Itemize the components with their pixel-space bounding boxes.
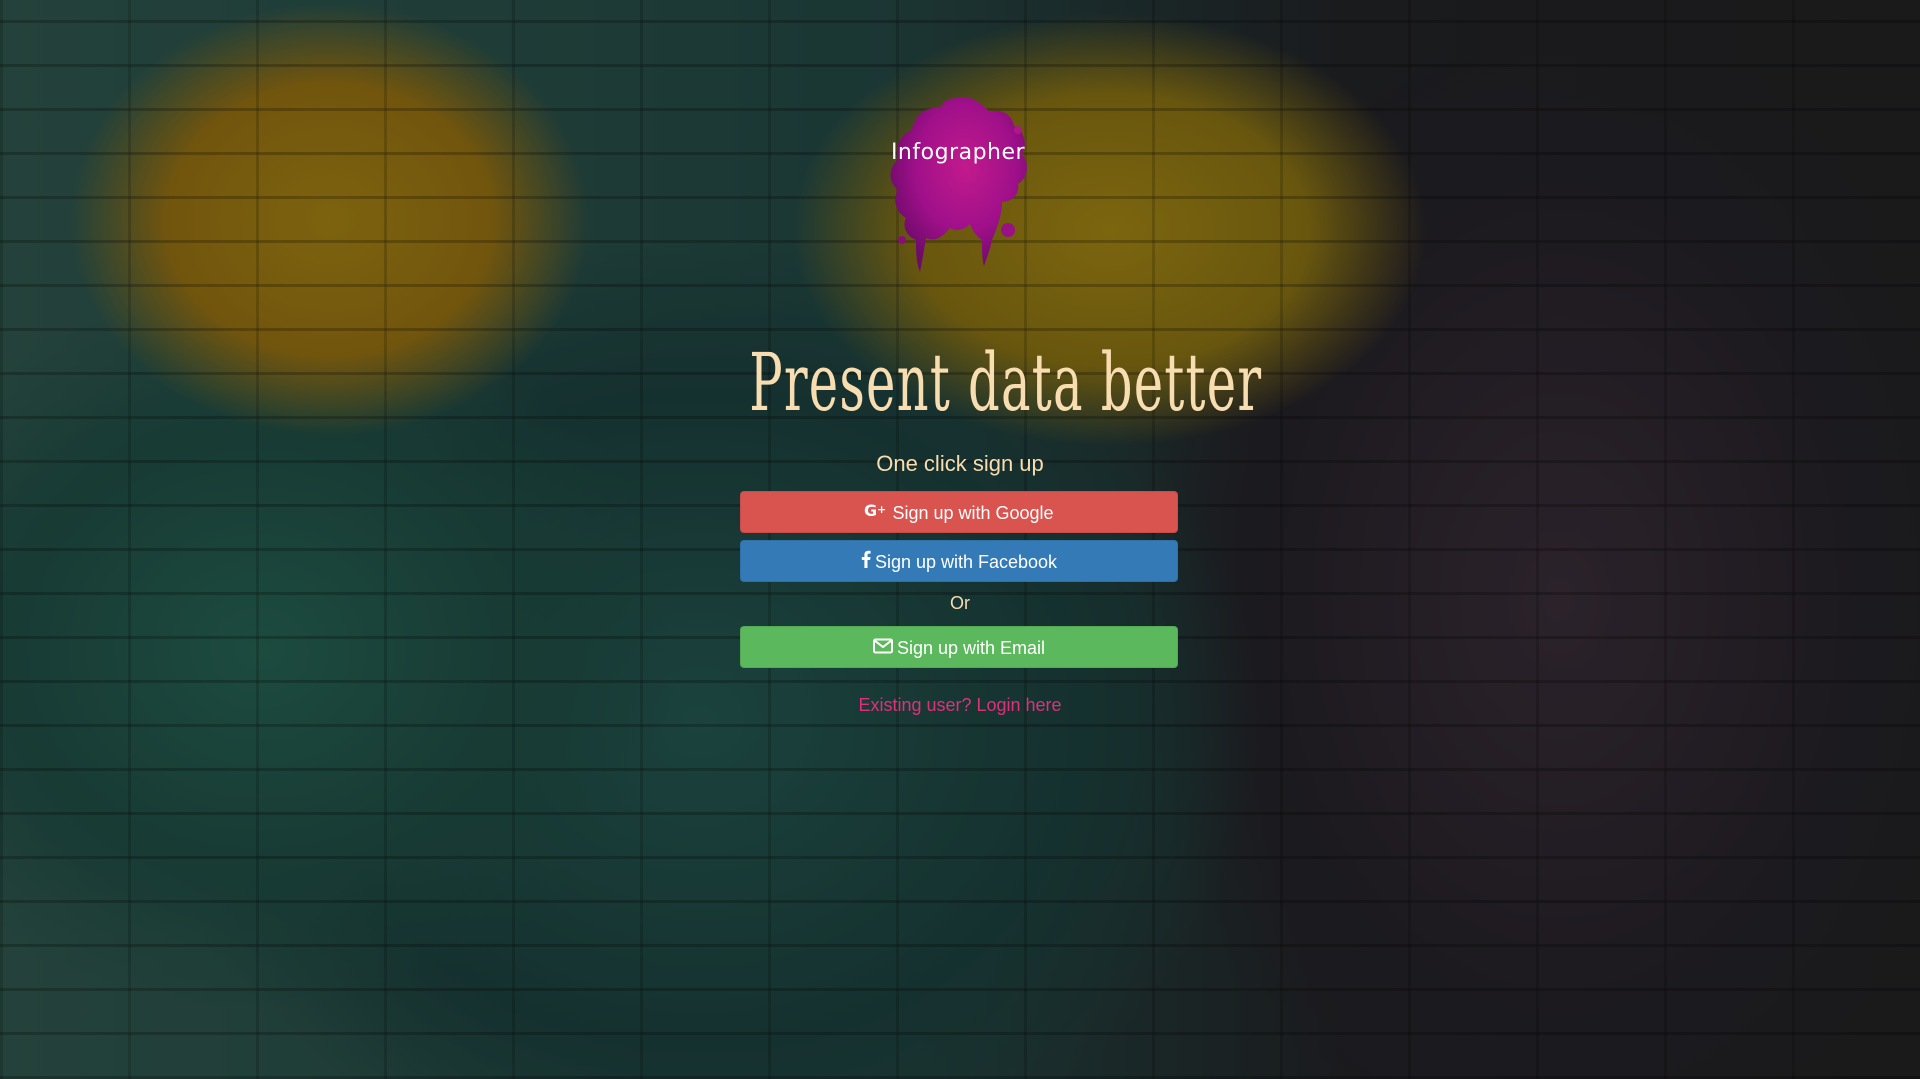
facebook-icon	[861, 541, 871, 583]
page-title: Present data better	[749, 336, 1263, 429]
svg-text:G: G	[864, 501, 877, 519]
svg-text:+: +	[877, 503, 886, 516]
signup-subheading: One click sign up	[876, 451, 1044, 476]
google-signup-label: Sign up with Google	[892, 503, 1054, 523]
facebook-signup-button[interactable]: Sign up with Facebook	[740, 540, 1178, 582]
logo-text: Infographer	[890, 140, 1026, 165]
envelope-icon	[872, 627, 893, 669]
email-signup-label: Sign up with Email	[896, 638, 1046, 658]
login-link[interactable]: Existing user? Login here	[740, 695, 1180, 716]
google-signup-button[interactable]: G + Sign up with Google	[740, 491, 1178, 533]
email-signup-button[interactable]: Sign up with Email	[740, 626, 1178, 668]
signup-panel: Infographer Present data better One clic…	[740, 0, 1263, 1079]
google-plus-icon: G +	[864, 492, 888, 534]
paint-splat-logo	[890, 97, 1027, 272]
logo[interactable]: Infographer	[878, 90, 1038, 285]
facebook-signup-label: Sign up with Facebook	[874, 552, 1058, 572]
or-divider: Or	[950, 593, 970, 613]
